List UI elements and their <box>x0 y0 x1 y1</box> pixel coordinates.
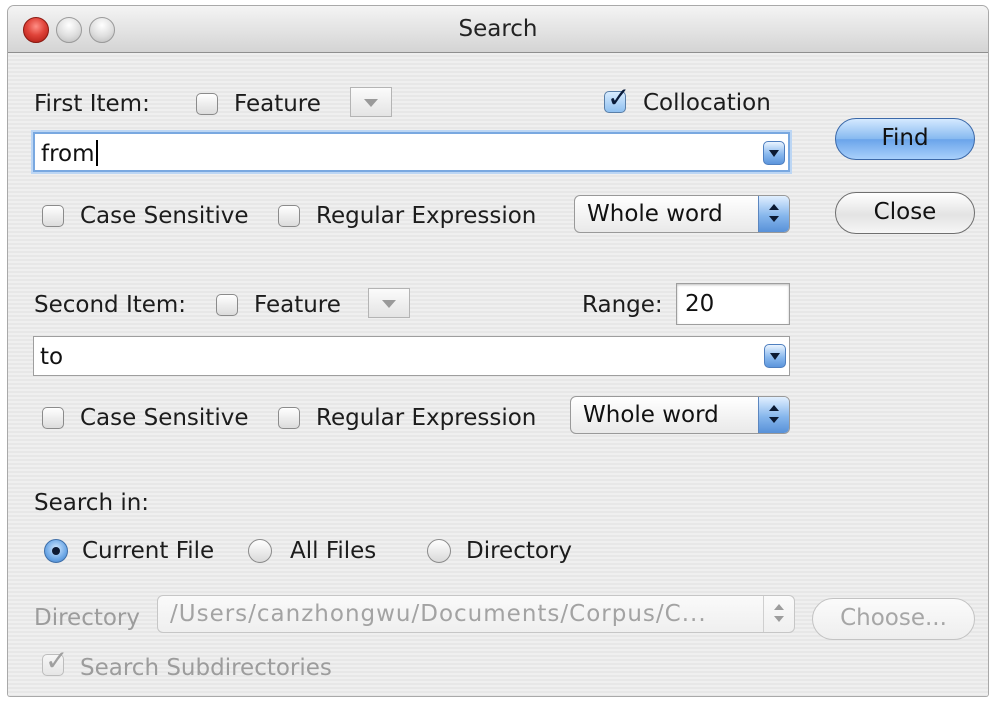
second-item-match-mode-value: Whole word <box>583 402 719 428</box>
search-in-label: Search in: <box>34 490 150 516</box>
second-item-combo-arrow[interactable] <box>764 344 786 368</box>
collocation-checkbox[interactable]: ✓ <box>604 84 630 113</box>
first-item-case-sensitive-checkbox[interactable] <box>42 205 64 227</box>
second-item-label: Second Item: <box>34 292 187 318</box>
up-down-stepper-icon <box>758 397 789 433</box>
second-item-case-sensitive-label: Case Sensitive <box>80 405 249 431</box>
first-item-query-value: from <box>41 140 98 168</box>
first-item-regex-checkbox[interactable] <box>278 205 300 227</box>
range-value: 20 <box>685 291 715 317</box>
first-item-match-mode-popup[interactable]: Whole word <box>574 195 790 233</box>
up-down-stepper-icon <box>763 596 794 632</box>
directory-path-value: /Users/canzhongwu/Documents/Corpus/C... <box>170 601 707 627</box>
choose-directory-button[interactable]: Choose... <box>812 598 975 640</box>
radio-directory[interactable] <box>427 539 451 563</box>
range-input[interactable]: 20 <box>676 283 790 325</box>
second-item-regex-checkbox[interactable] <box>278 407 300 429</box>
first-item-match-mode-value: Whole word <box>587 201 723 227</box>
close-button[interactable]: Close <box>835 192 975 234</box>
second-item-feature-dropdown[interactable] <box>368 288 410 318</box>
collocation-label: Collocation <box>643 90 771 116</box>
chevron-down-icon <box>382 300 396 308</box>
radio-all-files-label: All Files <box>290 538 377 564</box>
first-item-label: First Item: <box>34 91 150 117</box>
dialog-content: First Item: Feature ✓ Collocation from C… <box>8 53 988 696</box>
chevron-down-icon <box>364 99 378 107</box>
checkmark-icon: ✓ <box>607 81 631 114</box>
checkmark-icon: ✓ <box>45 644 69 677</box>
search-subdirectories-label: Search Subdirectories <box>80 655 332 681</box>
second-item-feature-checkbox[interactable] <box>216 294 238 316</box>
radio-current-file-label: Current File <box>82 538 215 564</box>
title-bar[interactable]: Search <box>8 6 988 53</box>
second-item-case-sensitive-checkbox[interactable] <box>42 407 64 429</box>
second-item-query-combobox[interactable]: to <box>33 336 790 376</box>
second-item-feature-label: Feature <box>254 292 341 318</box>
radio-current-file[interactable] <box>44 539 68 563</box>
first-item-feature-label: Feature <box>234 91 321 117</box>
second-item-query-value: to <box>40 344 64 370</box>
search-subdirectories-checkbox[interactable]: ✓ <box>42 647 68 676</box>
window-title: Search <box>458 16 538 42</box>
chevron-down-icon <box>770 353 780 360</box>
directory-path-popup[interactable]: /Users/canzhongwu/Documents/Corpus/C... <box>157 595 795 633</box>
second-item-regex-label: Regular Expression <box>316 405 537 431</box>
first-item-feature-checkbox[interactable] <box>196 93 218 115</box>
range-label: Range: <box>582 292 663 318</box>
find-button[interactable]: Find <box>835 118 975 160</box>
first-item-query-combobox[interactable]: from <box>33 132 790 172</box>
directory-label: Directory <box>34 605 141 631</box>
search-dialog: Search First Item: Feature ✓ Collocation… <box>8 6 988 696</box>
second-item-match-mode-popup[interactable]: Whole word <box>570 396 790 434</box>
first-item-combo-arrow[interactable] <box>763 141 785 165</box>
first-item-feature-dropdown[interactable] <box>350 87 392 117</box>
radio-all-files[interactable] <box>248 539 272 563</box>
radio-directory-label: Directory <box>466 538 573 564</box>
first-item-regex-label: Regular Expression <box>316 203 537 229</box>
first-item-case-sensitive-label: Case Sensitive <box>80 203 249 229</box>
up-down-stepper-icon <box>758 196 789 232</box>
chevron-down-icon <box>769 150 779 157</box>
